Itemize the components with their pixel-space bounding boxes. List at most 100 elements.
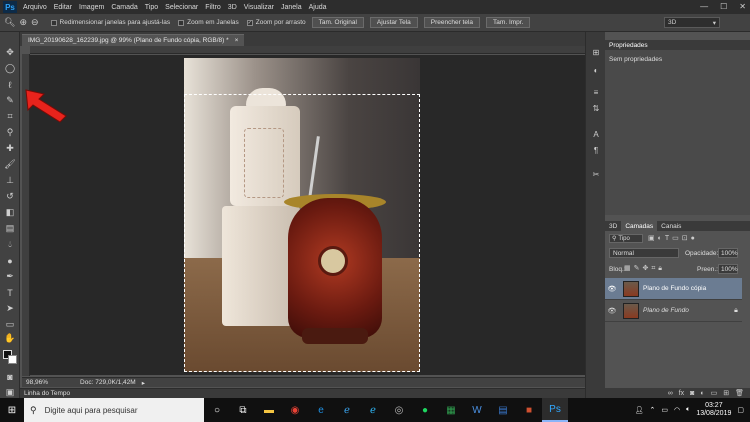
tab-3d[interactable]: 3D (605, 221, 621, 231)
windows-start-icon[interactable]: ⊞ (0, 398, 24, 422)
blur-tool-icon[interactable]: 💧︎ (2, 238, 18, 251)
close-button[interactable]: ✕ (739, 2, 746, 11)
styles-panel-icon[interactable]: ⇅ (589, 102, 603, 114)
adjustment-layer-icon[interactable]: ◐ (700, 390, 704, 397)
quick-select-tool-icon[interactable]: ✎ (2, 94, 18, 107)
notifications-icon[interactable]: ▢ (737, 406, 744, 414)
tools-preset-icon[interactable]: ✂ (589, 168, 603, 180)
crop-tool-icon[interactable]: ⌗ (2, 110, 18, 123)
fill-field[interactable]: 100% (718, 264, 738, 274)
link-layers-icon[interactable]: ∞ (668, 390, 673, 397)
pen-tool-icon[interactable]: ✒ (2, 270, 18, 283)
fit-screen-button[interactable]: Ajustar Tela (369, 17, 418, 28)
menu-imagem[interactable]: Imagem (79, 4, 104, 11)
checkbox-box[interactable] (178, 19, 185, 26)
hand-tool-icon[interactable]: ✋ (2, 332, 18, 345)
cortana-icon[interactable]: ○ (204, 398, 230, 422)
edge-icon[interactable]: e (308, 398, 334, 422)
marquee-tool-icon[interactable]: ◯ (2, 62, 18, 75)
horizontal-ruler[interactable] (30, 46, 585, 54)
network-icon[interactable]: ◠ (674, 406, 680, 414)
menu-filtro[interactable]: Filtro (205, 4, 221, 11)
volume-icon[interactable]: 🔈︎ (686, 406, 690, 414)
layer-row[interactable]: 👁︎ Plano de Fundo 🔒︎ (605, 300, 742, 322)
taskbar-search[interactable]: ⚲ Digite aqui para pesquisar (24, 398, 204, 422)
layer-filter-icons[interactable]: ▣◐T▭⊡● (648, 234, 698, 242)
shape-tool-icon[interactable]: ▭ (2, 318, 18, 331)
group-icon[interactable]: ▭ (711, 389, 718, 397)
trash-icon[interactable]: 🗑︎ (735, 389, 744, 397)
tab-channels[interactable]: Canais (657, 221, 685, 231)
document-tab[interactable]: IMG_20190628_162239.jpg @ 99% (Plano de … (22, 34, 245, 46)
media-icon[interactable]: ▤ (490, 398, 516, 422)
menu-ajuda[interactable]: Ajuda (309, 4, 327, 11)
menu-arquivo[interactable]: Arquivo (23, 4, 47, 11)
menu-editar[interactable]: Editar (54, 4, 72, 11)
history-panel-icon[interactable]: ⊞ (589, 46, 603, 58)
resize-windows-checkbox[interactable]: Redimensionar janelas para ajustá-las (50, 19, 170, 26)
layer-kind-filter[interactable]: ⚲ Tipo (609, 234, 643, 243)
file-explorer-icon[interactable]: ▬ (256, 398, 282, 422)
eye-icon[interactable]: 👁︎ (605, 285, 619, 293)
office-icon[interactable]: ▦ (438, 398, 464, 422)
zoom-all-checkbox[interactable]: Zoom em Janelas (178, 19, 239, 26)
lock-icons[interactable]: ▦✎✥⌗🔒︎ (624, 264, 665, 273)
zoom-out-icon[interactable]: ⊖ (31, 17, 39, 28)
checkbox-box-checked[interactable]: ✓ (246, 19, 253, 26)
photoshop-taskbar-icon[interactable]: Ps (542, 398, 568, 422)
color-panel-icon[interactable]: ◐ (589, 64, 603, 76)
chevron-up-icon[interactable]: ⌃ (650, 406, 656, 414)
path-select-icon[interactable]: ➤ (2, 302, 18, 315)
type-tool-icon[interactable]: T (2, 286, 18, 299)
checkbox-box[interactable] (50, 19, 57, 26)
document-image[interactable] (184, 58, 420, 372)
properties-panel-header[interactable]: Propriedades (605, 40, 750, 50)
zoom-in-icon[interactable]: ⊕ (19, 17, 27, 28)
history-brush-icon[interactable]: ↺ (2, 190, 18, 203)
print-size-button[interactable]: Tam. Impr. (486, 17, 531, 28)
zoom-tool-icon[interactable]: 🔍︎ (4, 17, 15, 28)
minimize-button[interactable]: — (700, 2, 708, 11)
adjustments-panel-icon[interactable]: ≡ (589, 86, 603, 98)
spotify-icon[interactable]: ● (412, 398, 438, 422)
dodge-tool-icon[interactable]: ● (2, 254, 18, 267)
gradient-tool-icon[interactable]: ▤ (2, 222, 18, 235)
ie-icon[interactable]: ℯ (334, 398, 360, 422)
actual-pixels-button[interactable]: Tam. Original (311, 17, 364, 28)
stamp-tool-icon[interactable]: ⊥ (2, 174, 18, 187)
timeline-tab[interactable]: Linha do Tempo (20, 388, 585, 398)
menu-tipo[interactable]: Tipo (145, 4, 158, 11)
obs-icon[interactable]: ◎ (386, 398, 412, 422)
zoom-level[interactable]: 98,96% (26, 379, 48, 386)
chevron-right-icon[interactable]: ▸ (142, 379, 145, 387)
eyedropper-tool-icon[interactable]: ⚲ (2, 126, 18, 139)
eraser-tool-icon[interactable]: ◧ (2, 206, 18, 219)
menu-selecionar[interactable]: Selecionar (165, 4, 198, 11)
taskbar-clock[interactable]: 03:27 13/08/2019 (696, 402, 731, 418)
person-icon[interactable]: 👤︎ (635, 406, 644, 414)
background-color-swatch[interactable] (8, 355, 17, 364)
move-tool-icon[interactable]: ✥ (2, 46, 18, 59)
new-layer-icon[interactable]: ⊞ (723, 389, 729, 397)
eye-icon[interactable]: 👁︎ (605, 307, 619, 315)
quick-mask-icon[interactable]: ◙ (2, 370, 18, 383)
lasso-tool-icon[interactable]: ℓ (2, 78, 18, 91)
layer-row[interactable]: 👁︎ Plano de Fundo cópia (605, 278, 742, 300)
app-icon[interactable]: ■ (516, 398, 542, 422)
blend-mode-select[interactable]: Normal (609, 248, 679, 258)
brush-tool-icon[interactable]: 🖌︎ (2, 158, 18, 171)
task-view-icon[interactable]: ⧉ (230, 398, 256, 422)
menu-janela[interactable]: Janela (281, 4, 302, 11)
menu-visualizar[interactable]: Visualizar (244, 4, 274, 11)
workspace-select[interactable]: 3D ▾ (664, 17, 720, 28)
close-icon[interactable]: × (235, 37, 239, 44)
menu-3d[interactable]: 3D (228, 4, 237, 11)
menu-camada[interactable]: Camada (111, 4, 137, 11)
layer-style-icon[interactable]: fx (679, 390, 684, 397)
fill-screen-button[interactable]: Preencher tela (423, 17, 481, 28)
maximize-button[interactable]: ☐ (720, 2, 727, 11)
opacity-field[interactable]: 100% (718, 248, 738, 258)
word-icon[interactable]: W (464, 398, 490, 422)
battery-icon[interactable]: ▭ (661, 406, 668, 414)
add-mask-icon[interactable]: ◙ (690, 390, 694, 397)
